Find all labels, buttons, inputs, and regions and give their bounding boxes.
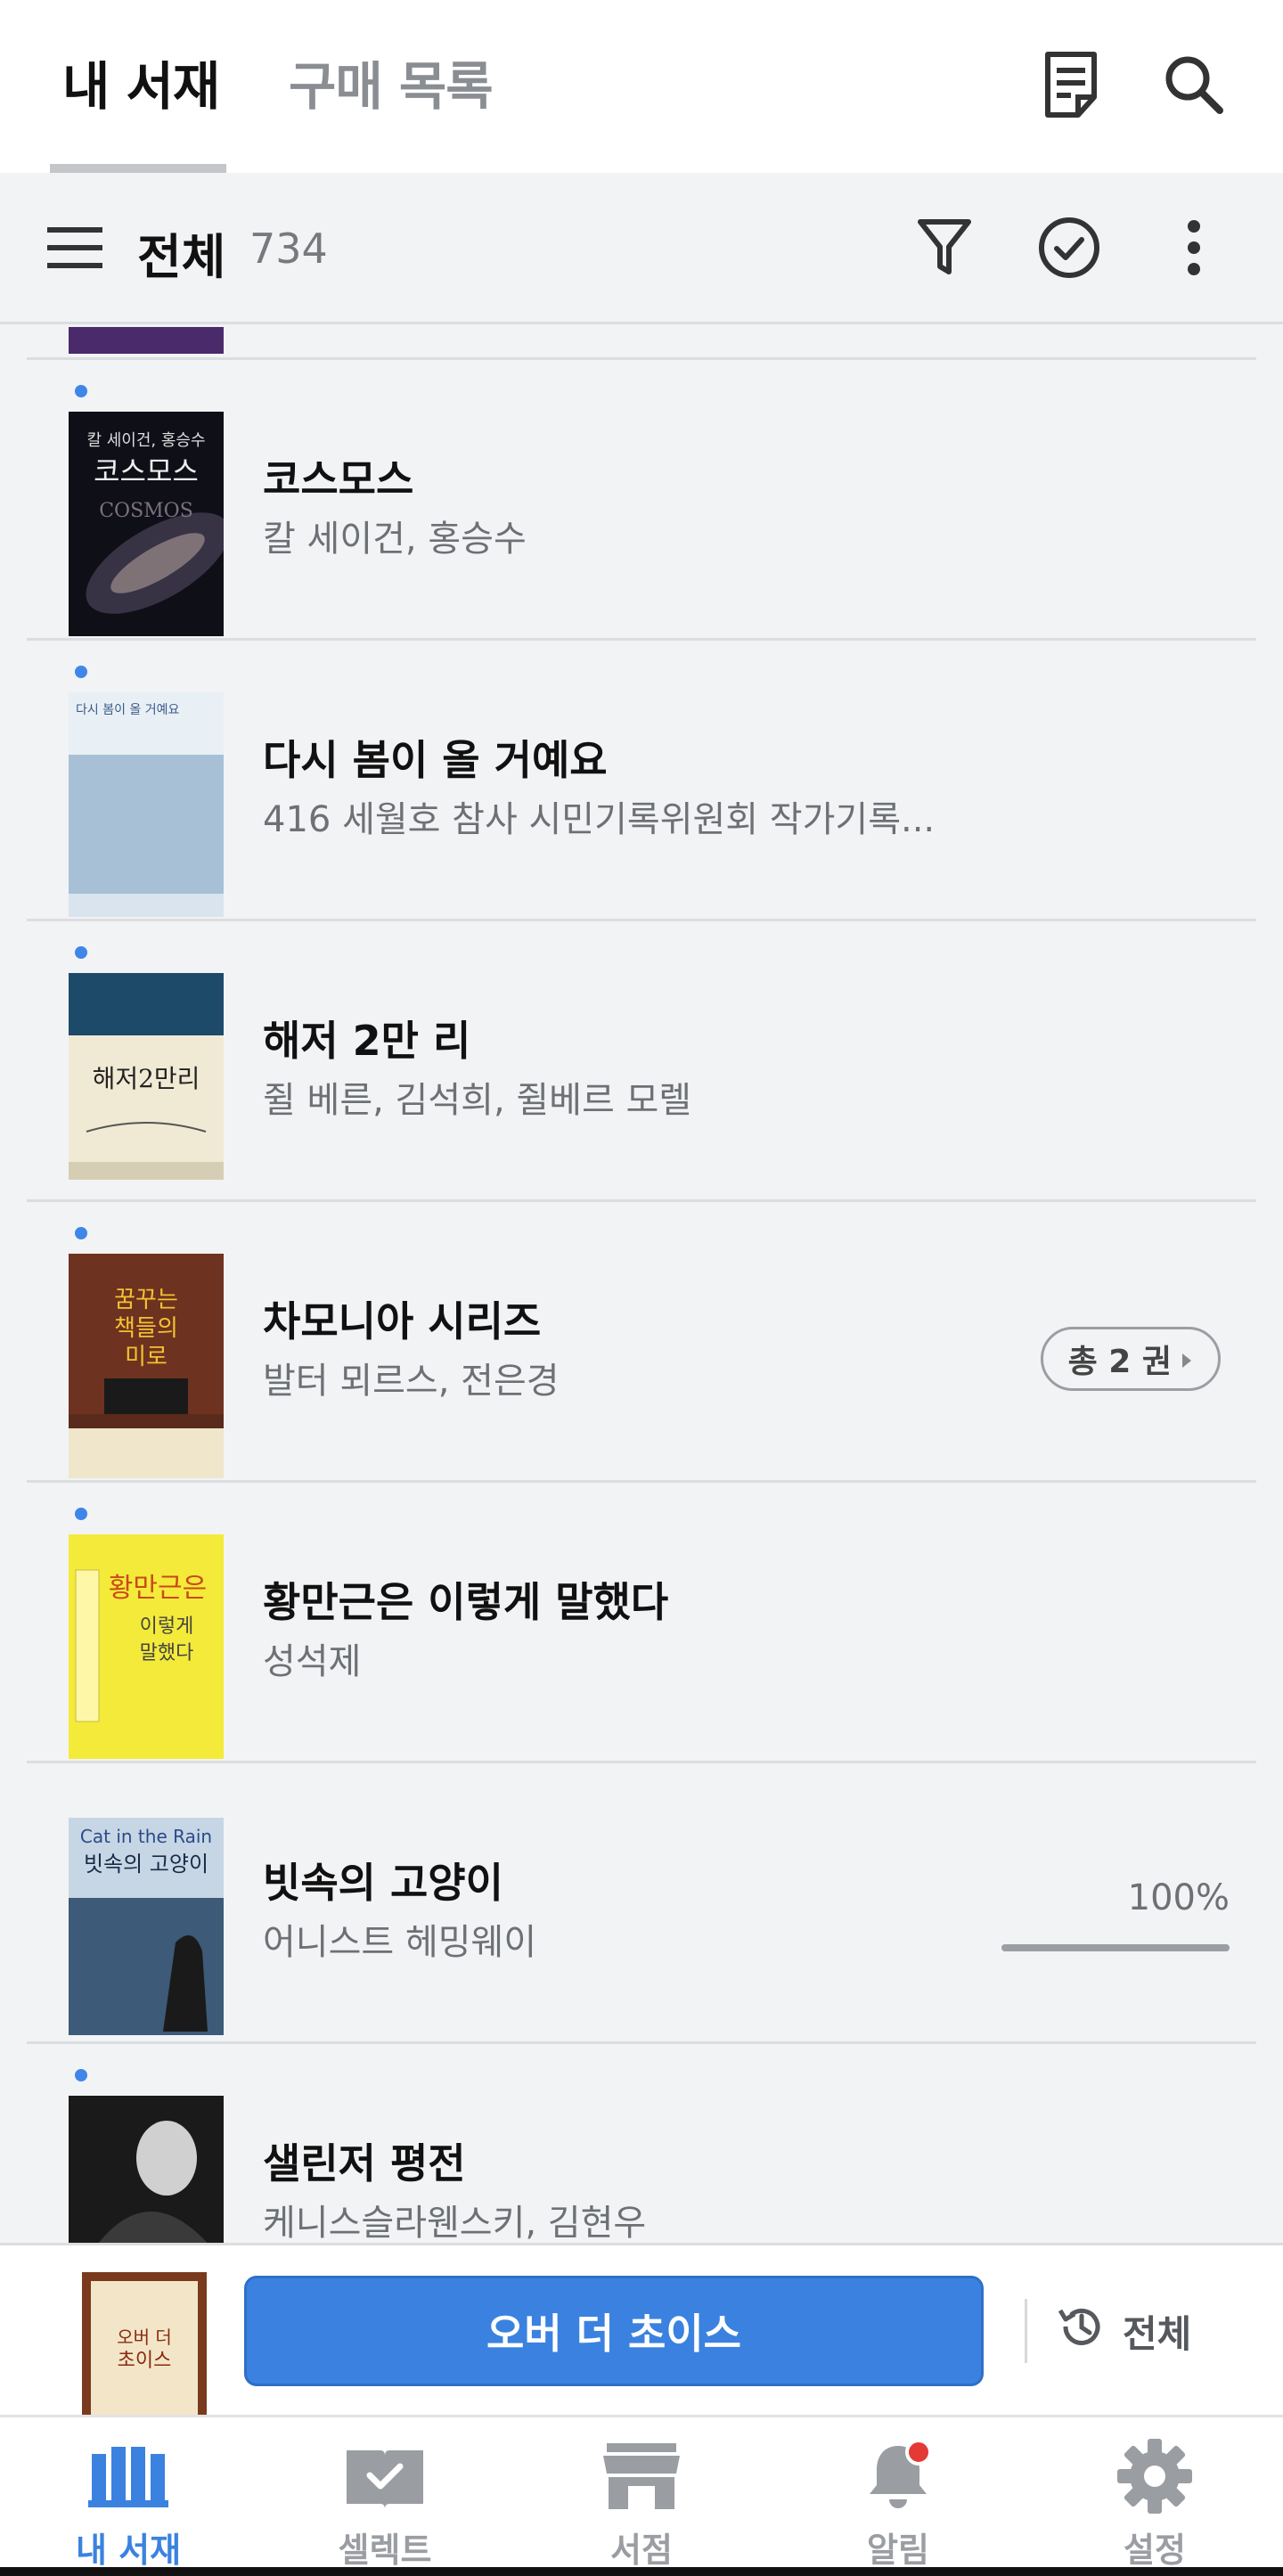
nav-label: 셀렉트 bbox=[338, 2531, 432, 2570]
reading-progress-fill bbox=[1001, 1944, 1230, 1951]
book-author: 칼 세이건, 홍승수 bbox=[263, 519, 527, 560]
notes-icon[interactable] bbox=[1037, 46, 1105, 123]
filter-icon[interactable] bbox=[907, 210, 982, 285]
nav-label: 설정 bbox=[1124, 2531, 1186, 2570]
book-cover: 칼 세이건, 홍승수 코스모스 COSMOS bbox=[69, 412, 224, 636]
book-title: 황만근은 이렇게 말했다 bbox=[263, 1578, 669, 1626]
gear-icon bbox=[1112, 2435, 1197, 2517]
svg-text:초이스: 초이스 bbox=[118, 2350, 172, 2372]
now-reading-bar: 오버 더 초이스 오버 더 초이스 전체 bbox=[0, 2243, 1283, 2417]
continue-reading-button[interactable]: 오버 더 초이스 bbox=[244, 2276, 984, 2386]
unread-dot bbox=[75, 385, 87, 397]
svg-text:칼 세이건, 홍승수: 칼 세이건, 홍승수 bbox=[86, 431, 205, 450]
recent-all-label: 전체 bbox=[1123, 2311, 1192, 2356]
list-item[interactable]: 다시 봄이 올 거예요 다시 봄이 올 거예요 416 세월호 참사 시민기록위… bbox=[27, 641, 1256, 921]
book-author: 416 세월호 참사 시민기록위원회 작가기록... bbox=[263, 799, 936, 840]
book-title: 샐린저 평전 bbox=[263, 2139, 466, 2188]
unread-dot bbox=[75, 1227, 87, 1239]
svg-text:황만근은: 황만근은 bbox=[109, 1573, 207, 1604]
book-author: 케니스슬라웬스키, 김현우 bbox=[263, 2203, 647, 2243]
book-list[interactable]: 칼 세이건, 홍승수 코스모스 COSMOS 코스모스 칼 세이건, 홍승수 다… bbox=[0, 327, 1283, 2243]
reading-progress-text: 100% bbox=[1127, 1877, 1230, 1918]
book-title: 차모니아 시리즈 bbox=[263, 1297, 542, 1345]
svg-text:꿈꾸는: 꿈꾸는 bbox=[114, 1287, 178, 1313]
store-icon bbox=[599, 2435, 684, 2517]
list-item[interactable]: Cat in the Rain 빗속의 고양이 빗속의 고양이 어니스트 헤밍웨… bbox=[27, 1763, 1256, 2044]
search-icon[interactable] bbox=[1160, 46, 1228, 123]
nav-store[interactable]: 서점 bbox=[513, 2435, 770, 2576]
svg-text:코스모스: 코스모스 bbox=[94, 454, 199, 488]
menu-icon[interactable] bbox=[37, 210, 112, 285]
tab-purchase-list[interactable]: 구매 목록 bbox=[289, 45, 494, 119]
tab-active-indicator bbox=[50, 164, 226, 173]
series-count-label: 총 2 권 bbox=[1067, 1344, 1172, 1380]
now-reading-cover[interactable]: 오버 더 초이스 bbox=[82, 2272, 207, 2417]
book-cover: 다시 봄이 올 거예요 bbox=[69, 692, 224, 917]
recent-all-button[interactable]: 전체 bbox=[1057, 2294, 1191, 2368]
svg-text:빗속의 고양이: 빗속의 고양이 bbox=[84, 1852, 208, 1877]
book-author: 어니스트 헤밍웨이 bbox=[263, 1922, 537, 1963]
unread-dot bbox=[75, 1508, 87, 1520]
list-item[interactable]: 황만근은 이렇게 말했다 황만근은 이렇게 말했다 성석제 bbox=[27, 1483, 1256, 1763]
nav-label: 서점 bbox=[610, 2531, 673, 2570]
book-title: 다시 봄이 올 거예요 bbox=[263, 736, 608, 784]
tab-my-library[interactable]: 내 서재 bbox=[62, 45, 220, 119]
svg-text:이렇게: 이렇게 bbox=[140, 1615, 194, 1638]
book-title: 빗속의 고양이 bbox=[263, 1859, 503, 1907]
nav-notifications[interactable]: 알림 bbox=[770, 2435, 1026, 2576]
chevron-right-icon bbox=[1181, 1341, 1193, 1378]
top-bar: 내 서재 구매 목록 bbox=[0, 0, 1283, 173]
history-icon bbox=[1057, 2302, 1107, 2360]
check-circle-icon[interactable] bbox=[1032, 210, 1107, 285]
select-book-icon bbox=[342, 2435, 428, 2517]
book-author: 쥘 베른, 김석희, 쥘베르 모렐 bbox=[263, 1080, 692, 1121]
book-cover: Cat in the Rain 빗속의 고양이 bbox=[69, 1818, 224, 2035]
book-cover bbox=[69, 327, 224, 354]
nav-settings[interactable]: 설정 bbox=[1026, 2435, 1283, 2576]
svg-text:COSMOS: COSMOS bbox=[99, 500, 193, 522]
divider bbox=[1025, 2299, 1027, 2363]
svg-text:미로: 미로 bbox=[125, 1344, 168, 1370]
book-cover bbox=[69, 2096, 224, 2243]
list-item[interactable]: 꿈꾸는 책들의 미로 차모니아 시리즈 발터 뫼르스, 전은경 총 2 권 bbox=[27, 1202, 1256, 1483]
book-title: 해저 2만 리 bbox=[263, 1017, 471, 1065]
unread-dot bbox=[75, 666, 87, 678]
svg-text:Cat in the Rain: Cat in the Rain bbox=[80, 1826, 212, 1847]
book-cover: 해저2만리 bbox=[69, 973, 224, 1180]
bell-icon bbox=[855, 2435, 941, 2517]
svg-text:해저2만리: 해저2만리 bbox=[93, 1064, 200, 1093]
nav-label: 내 서재 bbox=[75, 2531, 182, 2570]
list-item[interactable]: 샐린저 평전 케니스슬라웬스키, 김현우 bbox=[27, 2044, 1256, 2243]
library-toolbar: 전체 734 bbox=[0, 173, 1283, 324]
svg-text:다시 봄이 올 거예요: 다시 봄이 올 거예요 bbox=[76, 703, 180, 717]
nav-select[interactable]: 셀렉트 bbox=[257, 2435, 513, 2576]
category-label: 전체 bbox=[137, 229, 226, 285]
svg-text:책들의: 책들의 bbox=[114, 1315, 178, 1342]
notification-badge bbox=[905, 2439, 932, 2466]
book-count: 734 bbox=[249, 225, 328, 273]
book-cover: 꿈꾸는 책들의 미로 bbox=[69, 1254, 224, 1478]
unread-dot bbox=[75, 2069, 87, 2081]
nav-label: 알림 bbox=[867, 2531, 929, 2570]
book-cover: 황만근은 이렇게 말했다 bbox=[69, 1534, 224, 1759]
svg-text:오버 더: 오버 더 bbox=[117, 2327, 172, 2348]
series-count-badge[interactable]: 총 2 권 bbox=[1040, 1327, 1221, 1391]
more-vert-icon[interactable] bbox=[1156, 210, 1231, 285]
library-icon bbox=[86, 2435, 171, 2517]
book-author: 성석제 bbox=[263, 1641, 362, 1682]
list-item[interactable]: 칼 세이건, 홍승수 코스모스 COSMOS 코스모스 칼 세이건, 홍승수 bbox=[27, 360, 1256, 641]
nav-my-library[interactable]: 내 서재 bbox=[0, 2435, 257, 2576]
reading-progress-bar bbox=[1001, 1944, 1230, 1951]
system-bar-edge bbox=[0, 2567, 1283, 2576]
book-author: 발터 뫼르스, 전은경 bbox=[263, 1361, 560, 1402]
book-title: 코스모스 bbox=[263, 455, 414, 503]
svg-text:말했다: 말했다 bbox=[140, 1642, 194, 1664]
list-item[interactable]: 해저2만리 해저 2만 리 쥘 베른, 김석희, 쥘베르 모렐 bbox=[27, 921, 1256, 1202]
unread-dot bbox=[75, 946, 87, 959]
bottom-navigation: 내 서재 셀렉트 서점 알림 설정 bbox=[0, 2415, 1283, 2576]
